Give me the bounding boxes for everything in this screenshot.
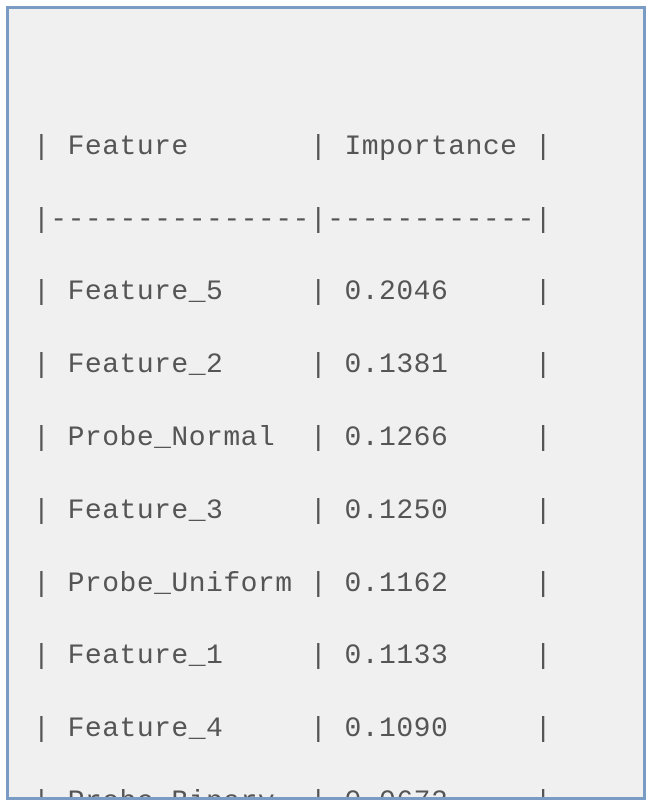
feature-importance-table: | Feature | Importance ||---------------…: [6, 6, 646, 800]
table-row: | Feature_2 | 0.1381 |: [33, 330, 619, 403]
table-separator: |---------------|------------|: [33, 185, 619, 258]
table-row: | Probe_Binary | 0.0672 |: [33, 767, 619, 800]
table-header: | Feature | Importance |: [33, 112, 619, 185]
table-row: | Feature_5 | 0.2046 |: [33, 257, 619, 330]
table-row: | Feature_4 | 0.1090 |: [33, 694, 619, 767]
table-row: | Probe_Uniform | 0.1162 |: [33, 549, 619, 622]
table-row: | Feature_1 | 0.1133 |: [33, 621, 619, 694]
table-row: | Probe_Normal | 0.1266 |: [33, 403, 619, 476]
table-row: | Feature_3 | 0.1250 |: [33, 476, 619, 549]
